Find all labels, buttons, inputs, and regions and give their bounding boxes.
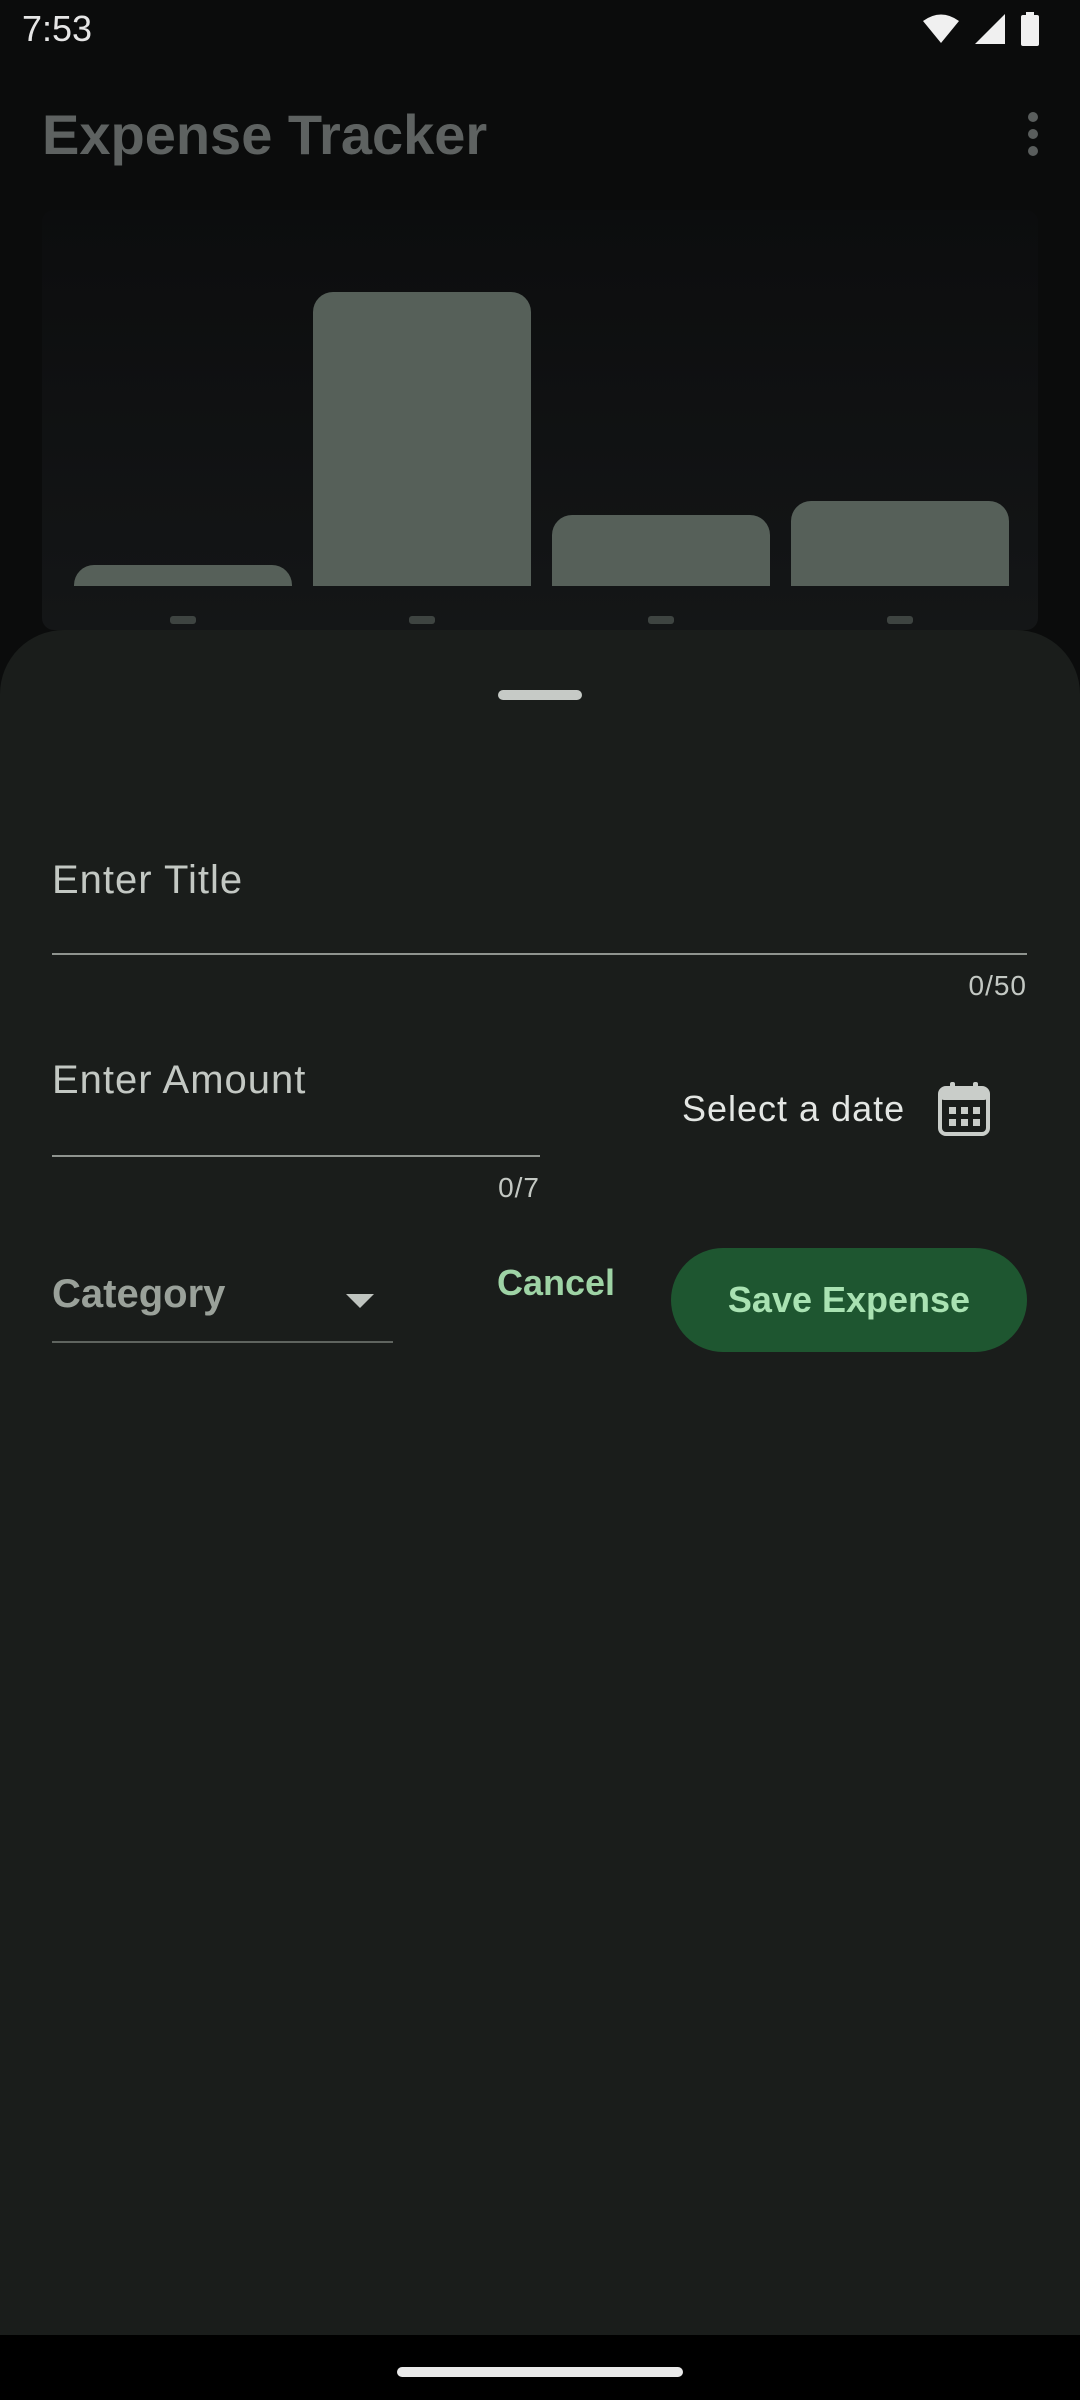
chart-bar bbox=[74, 565, 292, 586]
navigation-bar bbox=[0, 2335, 1080, 2400]
chart-category-icon bbox=[791, 612, 1009, 630]
amount-char-counter: 0/7 bbox=[498, 1172, 540, 1203]
cancel-button[interactable]: Cancel bbox=[476, 1248, 636, 1318]
home-gesture-handle[interactable] bbox=[397, 2367, 683, 2377]
title-char-counter: 0/50 bbox=[968, 970, 1027, 1001]
chart-category-icon bbox=[74, 612, 292, 630]
category-label: Category bbox=[52, 1272, 226, 1316]
chart-bar bbox=[791, 501, 1009, 586]
category-underline bbox=[52, 1341, 393, 1343]
save-expense-button[interactable]: Save Expense bbox=[671, 1248, 1027, 1352]
amount-input-placeholder[interactable]: Enter Amount bbox=[52, 1058, 306, 1103]
status-time: 7:53 bbox=[22, 8, 93, 49]
battery-icon bbox=[1021, 12, 1039, 46]
status-icons bbox=[922, 12, 1040, 46]
select-date-label: Select a date bbox=[682, 1088, 906, 1129]
app-bar: Expense Tracker bbox=[0, 64, 1080, 204]
cellular-signal-icon bbox=[975, 14, 1005, 44]
calendar-icon[interactable] bbox=[938, 1082, 990, 1136]
chart-category-icon bbox=[552, 612, 770, 630]
screen: 7:53 Expense Tracker Enter Title 0/50 En… bbox=[0, 0, 1080, 2400]
title-underline bbox=[52, 953, 1027, 955]
expense-chart bbox=[42, 210, 1038, 630]
status-bar: 7:53 bbox=[0, 0, 1080, 64]
new-expense-sheet: Enter Title 0/50 Enter Amount 0/7 Select… bbox=[0, 630, 1080, 2335]
drag-handle[interactable] bbox=[498, 690, 582, 700]
more-options-icon[interactable] bbox=[1026, 112, 1040, 156]
title-input-placeholder[interactable]: Enter Title bbox=[52, 858, 243, 903]
dropdown-arrow-icon bbox=[346, 1294, 374, 1308]
amount-underline bbox=[52, 1155, 540, 1157]
chart-bar bbox=[313, 292, 531, 586]
chart-bar bbox=[552, 515, 770, 586]
app-title: Expense Tracker bbox=[42, 103, 488, 166]
wifi-icon bbox=[923, 14, 959, 43]
chart-category-icon bbox=[313, 612, 531, 630]
